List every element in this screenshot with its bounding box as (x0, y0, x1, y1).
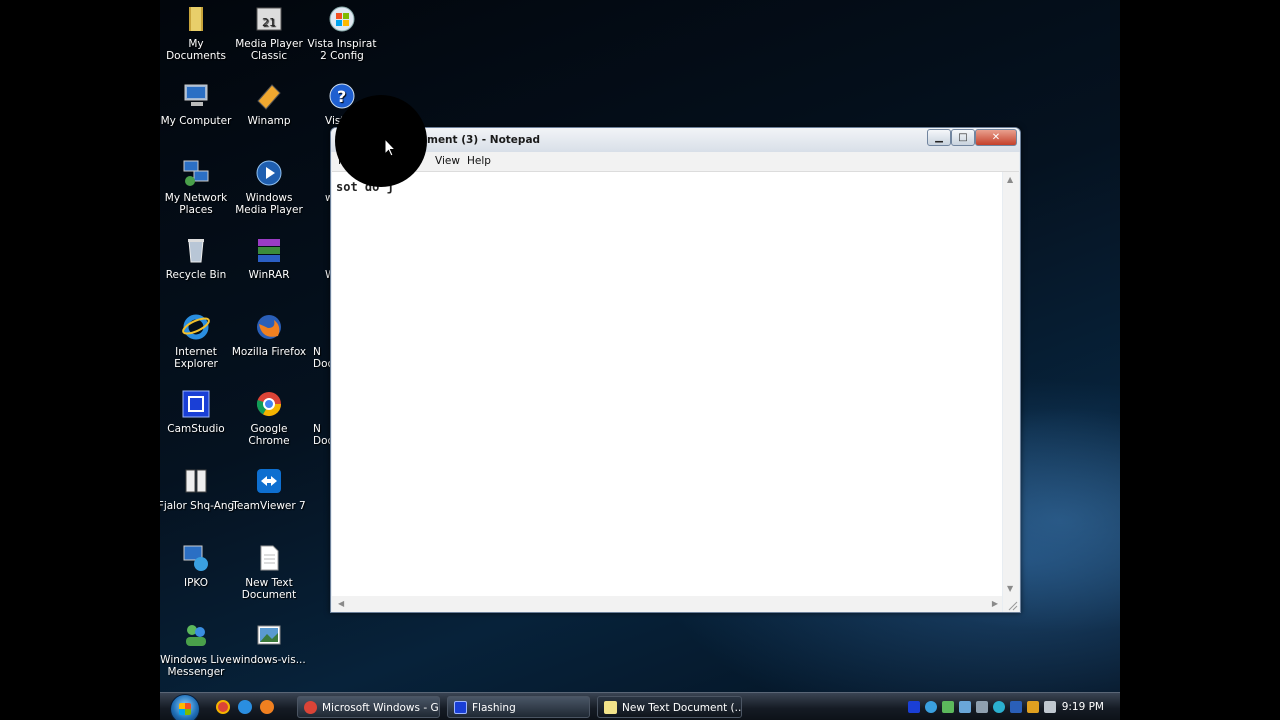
quicklaunch-ie-icon[interactable] (238, 700, 252, 714)
ipko-icon (183, 545, 208, 571)
desktop-icon-media-player-classic[interactable]: 21 Media Player Classic (230, 2, 308, 62)
vista-inspirat-config-icon (329, 6, 355, 32)
notepad-titlebar[interactable]: ment (3) - Notepad ▁ □ ✕ (331, 128, 1020, 152)
chrome-icon (304, 701, 317, 714)
window-title: ment (3) - Notepad (427, 134, 541, 146)
tray-messenger-icon[interactable] (925, 701, 937, 713)
system-tray: 9:19 PM (908, 693, 1120, 720)
task-button-chrome[interactable]: Microsoft Windows - G... (297, 696, 440, 718)
mouse-pointer-icon (384, 138, 396, 157)
tray-network-icon[interactable] (942, 701, 954, 713)
internet-explorer-icon (182, 314, 210, 340)
scroll-down-icon[interactable]: ▼ (1007, 584, 1013, 593)
menu-help[interactable]: Help (467, 155, 491, 167)
quicklaunch-firefox-icon[interactable] (260, 700, 274, 714)
desktop-icon-vista-inspirat-config[interactable]: Vista Inspirat 2 Config (303, 2, 381, 62)
tray-power-icon[interactable] (1027, 701, 1039, 713)
scroll-left-icon[interactable]: ◀ (338, 599, 344, 608)
start-button[interactable] (170, 694, 200, 720)
image-file-icon (257, 625, 281, 645)
desktop-icon-recycle-bin[interactable]: Recycle Bin (160, 233, 235, 281)
firefox-icon (257, 315, 281, 339)
desktop-icon-internet-explorer[interactable]: Internet Explorer (160, 310, 235, 370)
desktop-icon-ipko[interactable]: IPKO (160, 541, 235, 589)
folder-documents-icon (189, 7, 203, 31)
scroll-up-icon[interactable]: ▲ (1007, 175, 1013, 184)
desktop-icon-my-network-places[interactable]: My Network Places (160, 156, 235, 216)
text-document-icon (260, 545, 279, 571)
notepad-icon (604, 701, 617, 714)
scroll-right-icon[interactable]: ▶ (992, 599, 998, 608)
media-player-classic-icon: 21 (256, 7, 282, 31)
desktop-icon-mozilla-firefox[interactable]: Mozilla Firefox (230, 310, 308, 358)
camstudio-icon (454, 701, 467, 714)
desktop: My Documents My Computer My Network Plac… (160, 0, 1120, 720)
tray-device-icon[interactable] (976, 701, 988, 713)
horizontal-scrollbar[interactable]: ◀ ▶ (332, 596, 1002, 612)
desktop-icon-windows-media-player[interactable]: Windows Media Player (230, 156, 308, 216)
tray-camstudio-icon[interactable] (908, 701, 920, 713)
clock[interactable]: 9:19 PM (1062, 701, 1104, 713)
winamp-icon (257, 84, 281, 110)
windows-logo-icon (179, 703, 191, 715)
desktop-icon-windows-live-messenger[interactable]: Windows Live Messenger (160, 618, 235, 678)
desktop-icon-my-documents[interactable]: My Documents (160, 2, 235, 62)
menu-view[interactable]: View (435, 155, 460, 167)
recycle-bin-icon (188, 239, 204, 263)
teamviewer-icon (257, 469, 281, 493)
messenger-icon (186, 625, 206, 646)
text-editor-area[interactable]: sot do j (332, 172, 1002, 596)
task-button-notepad[interactable]: New Text Document (... (597, 696, 742, 718)
desktop-icon-fjalor[interactable]: Fjalor Shq-Ang (160, 464, 235, 512)
svg-text:?: ? (337, 87, 346, 106)
desktop-icon-camstudio[interactable]: CamStudio (160, 387, 235, 435)
chrome-icon (256, 392, 281, 417)
maximize-button[interactable]: □ (951, 129, 975, 146)
dictionary-icon (185, 469, 207, 493)
close-button[interactable]: ✕ (975, 129, 1017, 146)
vertical-scrollbar[interactable]: ▲ ▼ (1003, 172, 1019, 596)
desktop-icon-my-computer[interactable]: My Computer (160, 79, 235, 127)
tray-display-icon[interactable] (959, 701, 971, 713)
tray-shield-icon[interactable] (1010, 701, 1022, 713)
windows-media-player-icon (256, 160, 282, 186)
quicklaunch-chrome-icon[interactable] (216, 700, 230, 714)
resize-grip-icon[interactable] (1003, 596, 1019, 612)
desktop-icon-google-chrome[interactable]: Google Chrome (230, 387, 308, 447)
svg-text:21: 21 (262, 16, 276, 29)
tray-update-icon[interactable] (993, 701, 1005, 713)
desktop-icon-winrar[interactable]: WinRAR (230, 233, 308, 281)
winrar-icon (258, 239, 280, 262)
network-places-icon (183, 160, 209, 186)
taskbar: Microsoft Windows - G... Flashing New Te… (160, 692, 1120, 720)
desktop-icon-new-text-document[interactable]: New Text Document (230, 541, 308, 601)
cursor-highlight (335, 95, 427, 187)
minimize-button[interactable]: ▁ (927, 129, 951, 146)
camstudio-icon (182, 390, 210, 418)
task-button-flashing[interactable]: Flashing (447, 696, 590, 718)
desktop-icon-windows-vista-image[interactable]: windows-vis... (230, 618, 308, 666)
desktop-icon-teamviewer[interactable]: TeamViewer 7 (230, 464, 308, 512)
menu-bar: F View Help (332, 152, 1019, 172)
notepad-window[interactable]: ment (3) - Notepad ▁ □ ✕ F View Help sot… (330, 127, 1021, 613)
tray-volume-icon[interactable] (1044, 701, 1056, 713)
desktop-icon-winamp[interactable]: Winamp (230, 79, 308, 127)
computer-icon (184, 84, 208, 106)
